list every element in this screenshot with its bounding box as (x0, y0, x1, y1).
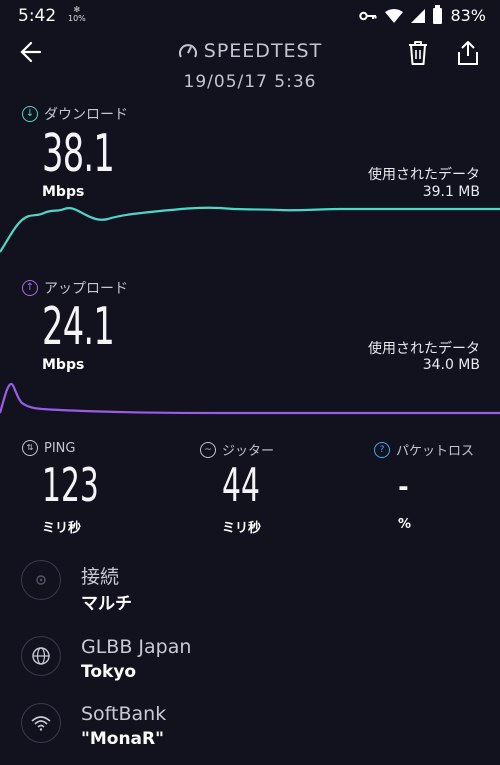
status-small-text: 10% (68, 14, 86, 23)
wifi-signal-icon (385, 8, 404, 23)
share-button[interactable] (456, 40, 480, 66)
test-datetime: 19/05/17 5:36 (183, 72, 317, 92)
delete-button[interactable] (406, 40, 430, 66)
download-label: ↓ ダウンロード (22, 104, 128, 124)
status-time: 5:42 (18, 6, 57, 26)
connection-icon-circle (21, 560, 61, 600)
ping-label: ⇅ PING (22, 440, 75, 456)
download-used-label: 使用されたデータ (368, 167, 480, 183)
connection-title: 接続 (81, 566, 120, 588)
download-label-text: ダウンロード (44, 107, 128, 123)
jitter-unit: ミリ秒 (222, 521, 262, 536)
app-title-text: SPEEDTEST (203, 40, 323, 62)
packet-loss-label-text: パケットロス (396, 444, 475, 459)
battery-icon (433, 4, 443, 24)
download-speed: 38.1 (42, 124, 115, 184)
download-graph (0, 206, 500, 253)
ping-label-text: PING (44, 440, 76, 456)
provider-ssid: "MonaR" (81, 729, 164, 749)
download-arrow-icon: ↓ (22, 106, 38, 122)
connection-value: マルチ (81, 594, 132, 614)
upload-label: ↑ アップロード (22, 278, 128, 298)
upload-graph-line (0, 382, 500, 415)
wifi-icon (31, 716, 51, 731)
jitter-value: 44 (222, 458, 260, 512)
key-icon (359, 11, 377, 20)
status-small-indicator: ✻ 10% (68, 5, 86, 23)
packet-loss-value: - (398, 458, 409, 512)
upload-graph (0, 382, 500, 415)
jitter-icon: ~ (200, 441, 216, 458)
upload-used-value: 34.0 MB (422, 357, 480, 373)
gauge-icon (178, 44, 197, 58)
notification-dot-icon: ✻ (73, 5, 81, 14)
provider-name: SoftBank (81, 703, 167, 725)
battery-percent: 83% (450, 6, 486, 25)
upload-used-label: 使用されたデータ (368, 341, 480, 357)
jitter-label: ~ ジッター (200, 440, 274, 459)
server-location: Tokyo (81, 662, 137, 682)
upload-label-text: アップロード (44, 281, 128, 297)
help-icon[interactable]: ? (374, 441, 390, 458)
packet-loss-unit: % (398, 517, 412, 532)
ping-value: 123 (42, 458, 99, 512)
download-graph-line (0, 206, 500, 253)
server-icon-circle (21, 636, 61, 676)
status-icons: 83% (359, 4, 486, 25)
connection-icon (36, 575, 46, 585)
upload-unit: Mbps (42, 357, 85, 373)
ping-icon: ⇅ (22, 440, 38, 456)
provider-icon-circle (21, 703, 61, 743)
globe-icon (32, 647, 50, 665)
ping-unit: ミリ秒 (42, 521, 82, 536)
cell-signal-icon (411, 8, 426, 23)
upload-speed: 24.1 (42, 297, 115, 357)
packet-loss-label: ? パケットロス (374, 440, 474, 459)
jitter-label-text: ジッター (222, 444, 275, 459)
server-name[interactable]: GLBB Japan (81, 636, 191, 658)
upload-arrow-icon: ↑ (22, 280, 38, 296)
